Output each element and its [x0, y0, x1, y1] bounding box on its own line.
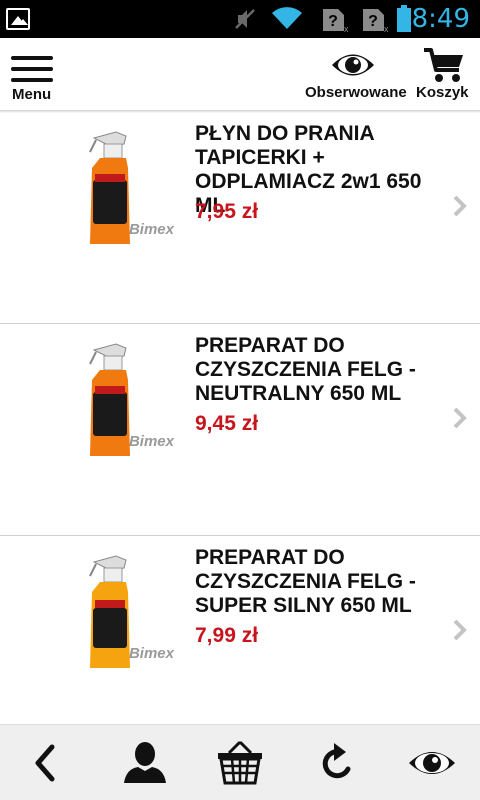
- product-price: 7,99 zł: [195, 624, 259, 647]
- basket-icon[interactable]: [215, 739, 265, 787]
- watched-label: Obserwowane: [305, 84, 407, 101]
- no-sim-icon: ? x: [323, 9, 348, 33]
- battery-icon: [397, 5, 411, 32]
- svg-text:x: x: [384, 24, 388, 33]
- chevron-right-icon: [453, 619, 467, 641]
- back-icon[interactable]: [22, 739, 72, 787]
- watched-button[interactable]: Obserwowane: [300, 46, 407, 108]
- refresh-icon[interactable]: [312, 739, 362, 787]
- product-price: 9,45 zł: [195, 412, 259, 435]
- brand-watermark: Bimex: [129, 221, 175, 238]
- product-item[interactable]: Bimex PŁYN DO PRANIA TAPICERKI + ODPLAMI…: [0, 112, 480, 324]
- svg-text:x: x: [344, 24, 348, 33]
- watched-icon[interactable]: [406, 739, 458, 787]
- product-name: PREPARAT DO CZYSZCZENIA FELG - NEUTRALNY…: [195, 334, 416, 405]
- menu-button[interactable]: Menu: [8, 50, 56, 106]
- menu-label: Menu: [12, 86, 52, 103]
- no-sim-icon: ? x: [363, 9, 388, 33]
- mute-icon: [235, 9, 255, 29]
- brand-watermark: Bimex: [129, 645, 175, 662]
- clock: 8:49: [411, 4, 470, 34]
- cart-icon: [424, 48, 463, 82]
- image-notification-icon: [6, 8, 30, 30]
- product-item[interactable]: Bimex PREPARAT DO CZYSZCZENIA FELG - SUP…: [0, 536, 480, 748]
- eye-icon: [332, 54, 374, 76]
- product-image: Bimex: [89, 343, 175, 456]
- product-image: Bimex: [89, 131, 175, 244]
- account-icon[interactable]: [120, 739, 170, 787]
- wifi-icon: [272, 7, 302, 29]
- hamburger-icon: [8, 50, 56, 82]
- product-price: 7,95 zł: [195, 200, 259, 223]
- product-item[interactable]: Bimex PREPARAT DO CZYSZCZENIA FELG - NEU…: [0, 324, 480, 536]
- bottom-toolbar: [0, 724, 480, 800]
- svg-text:?: ?: [328, 13, 338, 30]
- chevron-right-icon: [453, 195, 467, 217]
- cart-label: Koszyk: [416, 84, 469, 101]
- status-bar: ? x ? x 8:49: [0, 0, 480, 38]
- product-name: PREPARAT DO CZYSZCZENIA FELG - SUPER SIL…: [195, 546, 416, 617]
- cart-button[interactable]: Koszyk: [412, 46, 474, 108]
- product-image: Bimex: [89, 555, 175, 668]
- app-header: Menu Obserwowane Koszyk: [0, 38, 480, 112]
- svg-text:?: ?: [368, 13, 378, 30]
- chevron-right-icon: [453, 407, 467, 429]
- brand-watermark: Bimex: [129, 433, 175, 450]
